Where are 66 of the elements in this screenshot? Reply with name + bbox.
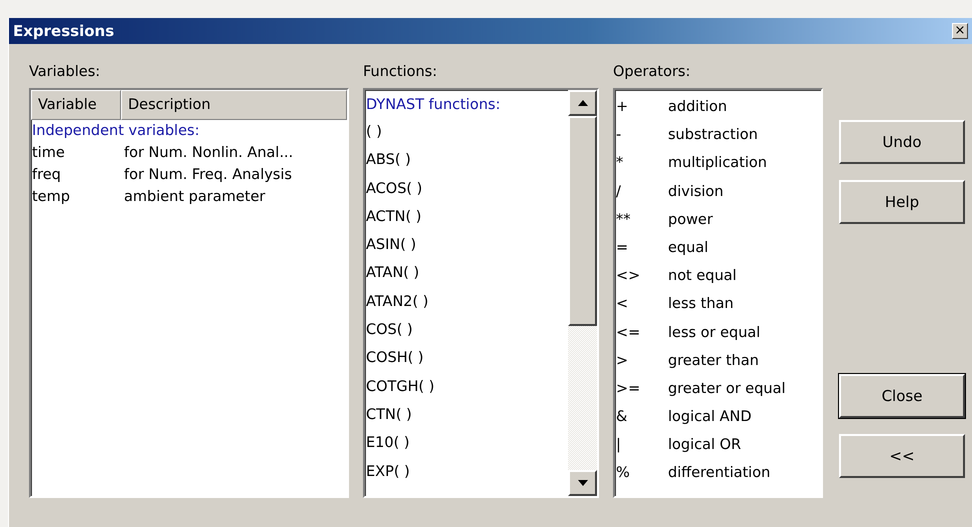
operator-description[interactable]: power (668, 206, 713, 234)
operator-symbol[interactable]: + (615, 93, 668, 122)
operator-symbol[interactable]: - (615, 121, 668, 150)
variable-name[interactable]: temp (31, 186, 124, 208)
function-item[interactable]: ABS( ) (365, 146, 568, 175)
operator-symbol[interactable]: = (615, 234, 668, 262)
operator-description[interactable]: logical AND (668, 403, 752, 432)
operator-symbol[interactable]: <> (615, 262, 668, 290)
operator-description[interactable]: multiplication (668, 149, 767, 178)
column-header[interactable]: Description (121, 90, 347, 120)
scroll-down-button[interactable] (568, 470, 597, 496)
function-item[interactable]: COTGH( ) (365, 372, 568, 401)
operator-symbol[interactable]: >= (615, 374, 668, 404)
operator-description[interactable]: equal (668, 234, 708, 262)
variable-description[interactable]: ambient parameter (124, 186, 266, 208)
operator-symbol[interactable]: > (615, 346, 668, 375)
close-button[interactable]: × (952, 23, 968, 39)
function-item[interactable]: ACTN( ) (365, 202, 568, 232)
operator-description[interactable]: substraction (668, 121, 758, 150)
function-item[interactable]: ACOS( ) (365, 174, 568, 203)
operators-label: Operators: (613, 64, 692, 82)
operator-symbol[interactable]: < (615, 290, 668, 318)
group-heading: DYNAST functions: (365, 96, 502, 115)
function-item[interactable]: EXP( ) (365, 458, 568, 486)
operator-symbol[interactable]: * (615, 149, 668, 178)
operator-description[interactable]: logical OR (668, 431, 742, 460)
function-item[interactable]: ( ) (365, 118, 568, 146)
operator-description[interactable]: less than (668, 290, 734, 318)
dialog-button[interactable]: Undo (839, 120, 965, 164)
operator-description[interactable]: not equal (668, 262, 737, 290)
operator-symbol[interactable]: <= (615, 318, 668, 347)
operator-symbol[interactable]: / (615, 178, 668, 206)
function-item[interactable]: CTN( ) (365, 400, 568, 430)
functions-label: Functions: (363, 64, 438, 82)
up-arrow-icon (578, 100, 588, 106)
operator-description[interactable]: differentiation (668, 459, 770, 488)
function-item[interactable]: ASIN( ) (365, 231, 568, 260)
operator-symbol[interactable]: ** (615, 206, 668, 234)
variable-name[interactable]: time (31, 142, 124, 164)
dialog-button[interactable]: Close (839, 374, 965, 418)
operator-symbol[interactable]: | (615, 431, 668, 460)
operator-description[interactable]: greater than (668, 346, 759, 375)
scroll-thumb[interactable] (568, 116, 597, 326)
variable-description[interactable]: for Num. Nonlin. Anal... (124, 142, 294, 164)
operator-description[interactable]: greater or equal (668, 374, 786, 404)
operator-symbol[interactable]: & (615, 403, 668, 432)
group-heading: Independent variables: (31, 122, 200, 141)
operator-description[interactable]: division (668, 178, 724, 206)
variable-description[interactable]: for Num. Freq. Analysis (124, 164, 292, 186)
operator-symbol[interactable]: % (615, 459, 668, 488)
function-item[interactable]: ATAN2( ) (365, 288, 568, 316)
function-item[interactable]: ATAN( ) (365, 259, 568, 288)
scroll-up-button[interactable] (568, 90, 597, 116)
dialog-button[interactable]: Help (839, 180, 965, 224)
dialog-button[interactable]: << (839, 434, 965, 478)
column-header[interactable]: Variable (31, 90, 121, 120)
scrollbar[interactable] (568, 90, 597, 496)
window-title: Expressions (13, 22, 114, 40)
operator-description[interactable]: addition (668, 93, 728, 122)
variable-name[interactable]: freq (31, 164, 124, 186)
function-item[interactable]: E10( ) (365, 429, 568, 458)
operator-description[interactable]: less or equal (668, 318, 760, 347)
function-item[interactable]: COSH( ) (365, 344, 568, 373)
down-arrow-icon (578, 480, 588, 486)
function-item[interactable]: COS( ) (365, 316, 568, 344)
variables-label: Variables: (29, 64, 102, 82)
